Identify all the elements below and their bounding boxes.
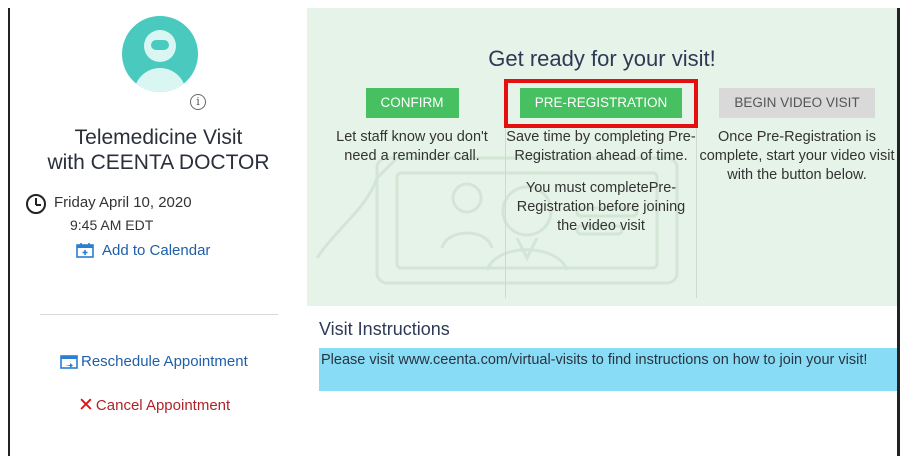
add-to-calendar-link[interactable]: Add to Calendar xyxy=(76,241,210,259)
confirm-description: Let staff know you don't need a reminder… xyxy=(336,129,488,164)
reschedule-label: Reschedule Appointment xyxy=(81,353,248,370)
clock-icon xyxy=(26,194,46,214)
visit-prep-panel: Get ready for your visit! CONFIRM Let st… xyxy=(307,8,897,306)
visit-instructions-title: Visit Instructions xyxy=(319,319,450,339)
video-visit-description: Once Pre-Registration is complete, start… xyxy=(699,129,895,183)
divider xyxy=(40,314,278,315)
pre-registration-description: Save time by completing Pre-Registration… xyxy=(506,129,696,164)
visit-title-line2: with CEENTA DOCTOR xyxy=(47,151,270,174)
confirm-button[interactable]: CONFIRM xyxy=(365,88,459,118)
reschedule-appointment-link[interactable]: Reschedule Appointment xyxy=(60,353,248,370)
pre-registration-note: You must completePre-Registration before… xyxy=(516,180,686,234)
confirm-column: CONFIRM Let staff know you don't need a … xyxy=(319,88,505,166)
video-visit-column: BEGIN VIDEO VISIT Once Pre-Registration … xyxy=(697,88,897,185)
begin-video-visit-button[interactable]: BEGIN VIDEO VISIT xyxy=(719,88,875,118)
visit-title: Telemedicine Visit with CEENTA DOCTOR xyxy=(10,125,307,175)
visit-instructions-text: Please visit www.ceenta.com/virtual-visi… xyxy=(319,348,897,391)
cropped-header-text xyxy=(0,0,900,8)
highlight-box xyxy=(504,79,698,128)
cancel-appointment-link[interactable]: ✕ Cancel Appointment xyxy=(78,394,231,416)
appointment-date: Friday April 10, 2020 xyxy=(54,194,192,211)
reschedule-icon xyxy=(60,355,78,369)
ready-title: Get ready for your visit! xyxy=(488,46,716,71)
add-to-calendar-label: Add to Calendar xyxy=(102,241,211,259)
calendar-add-icon xyxy=(76,243,94,258)
visit-title-line1: Telemedicine Visit xyxy=(74,126,243,149)
cancel-label: Cancel Appointment xyxy=(95,396,231,414)
info-icon[interactable]: i xyxy=(190,94,206,110)
provider-avatar xyxy=(122,16,198,92)
close-icon: ✕ xyxy=(78,394,94,416)
appointment-time: 9:45 AM EDT xyxy=(70,217,154,233)
appointment-sidebar: i Telemedicine Visit with CEENTA DOCTOR … xyxy=(10,8,307,456)
